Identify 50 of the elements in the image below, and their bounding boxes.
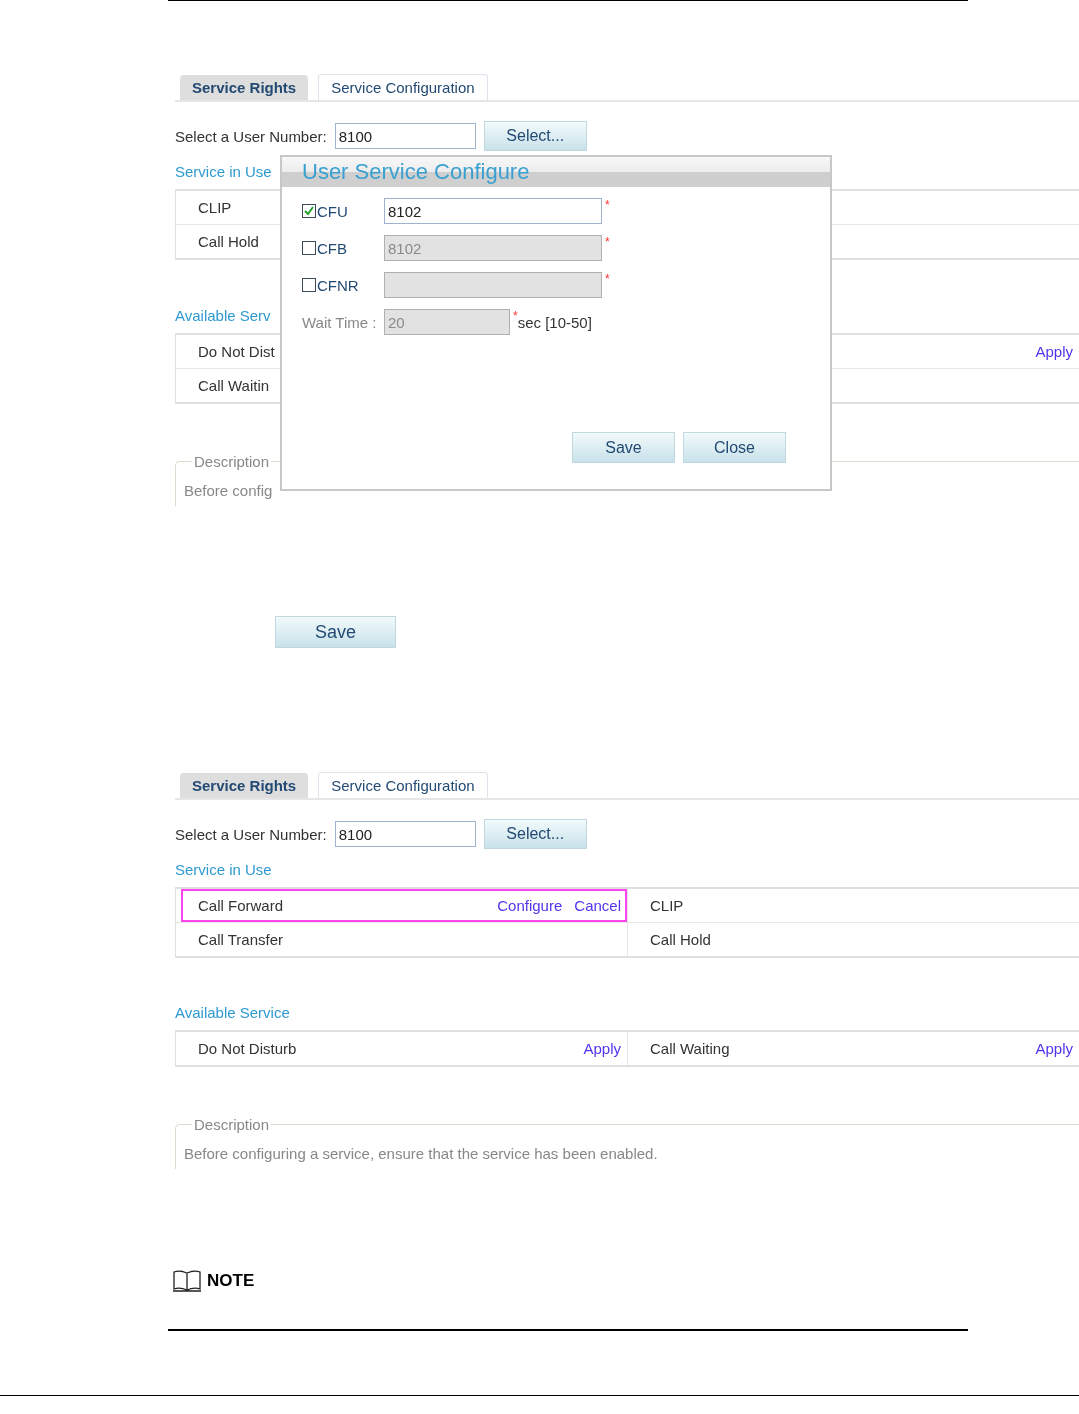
book-icon bbox=[172, 1269, 202, 1293]
section-title: Service in Use bbox=[175, 161, 272, 181]
dialog-button[interactable]: Close bbox=[683, 432, 786, 463]
service-name: Do Not Dist bbox=[198, 343, 275, 360]
select-button[interactable]: Select... bbox=[483, 121, 587, 151]
dialog-title: User Service Configure bbox=[302, 159, 530, 185]
panel-legend: Description bbox=[192, 453, 272, 470]
service-name: Call Waiting bbox=[650, 1040, 730, 1057]
service-name: CLIP bbox=[650, 897, 684, 914]
action-link[interactable]: Apply bbox=[1035, 343, 1073, 360]
dialog-button[interactable]: Save bbox=[572, 432, 675, 463]
service-name: Call Hold bbox=[198, 233, 259, 250]
service-name: CLIP bbox=[198, 199, 232, 216]
description-text: Before configuring a service, ensure that the service has been enabled. bbox=[184, 1145, 658, 1162]
required-mark: * bbox=[605, 235, 610, 249]
section-title: Service in Use bbox=[175, 859, 272, 879]
option-label: CFB bbox=[317, 239, 347, 257]
action-link[interactable]: Apply bbox=[583, 1040, 621, 1057]
note-heading: NOTE bbox=[207, 1271, 255, 1291]
tab[interactable]: Service Configuration bbox=[318, 74, 488, 100]
save-button[interactable]: Save bbox=[275, 616, 396, 648]
checkbox[interactable] bbox=[302, 204, 316, 218]
required-mark: * bbox=[513, 309, 518, 323]
section-title: Available Serv bbox=[175, 305, 271, 325]
tab[interactable]: Service Rights bbox=[180, 75, 309, 100]
number-field[interactable]: 8102 bbox=[384, 198, 602, 224]
tab[interactable]: Service Configuration bbox=[318, 772, 488, 798]
option-label: CFNR bbox=[317, 276, 359, 294]
field-label: Wait Time : bbox=[302, 313, 378, 331]
required-mark: * bbox=[605, 198, 610, 212]
field-label: Select a User Number: bbox=[175, 127, 327, 145]
panel-legend: Description bbox=[192, 1116, 272, 1133]
unit-label: sec [10-50] bbox=[517, 313, 592, 331]
description-text: Before config bbox=[184, 482, 273, 499]
section-title: Available Service bbox=[175, 1002, 290, 1022]
service-name: Call Transfer bbox=[198, 931, 284, 948]
service-name: Call Waitin bbox=[198, 377, 270, 394]
field-label: Select a User Number: bbox=[175, 825, 327, 843]
action-link[interactable]: Cancel bbox=[574, 897, 621, 914]
tab[interactable]: Service Rights bbox=[180, 773, 309, 798]
service-name: Do Not Disturb bbox=[198, 1040, 297, 1057]
user-number-field[interactable]: 8100 bbox=[334, 821, 476, 847]
action-link[interactable]: Apply bbox=[1035, 1040, 1073, 1057]
select-button[interactable]: Select... bbox=[483, 819, 587, 849]
action-link[interactable]: Configure bbox=[497, 897, 563, 914]
service-name: Call Hold bbox=[650, 931, 711, 948]
option-label: CFU bbox=[317, 202, 348, 220]
user-number-field[interactable]: 8100 bbox=[334, 123, 476, 149]
service-name: Call Forward bbox=[198, 897, 284, 914]
required-mark: * bbox=[605, 272, 610, 286]
